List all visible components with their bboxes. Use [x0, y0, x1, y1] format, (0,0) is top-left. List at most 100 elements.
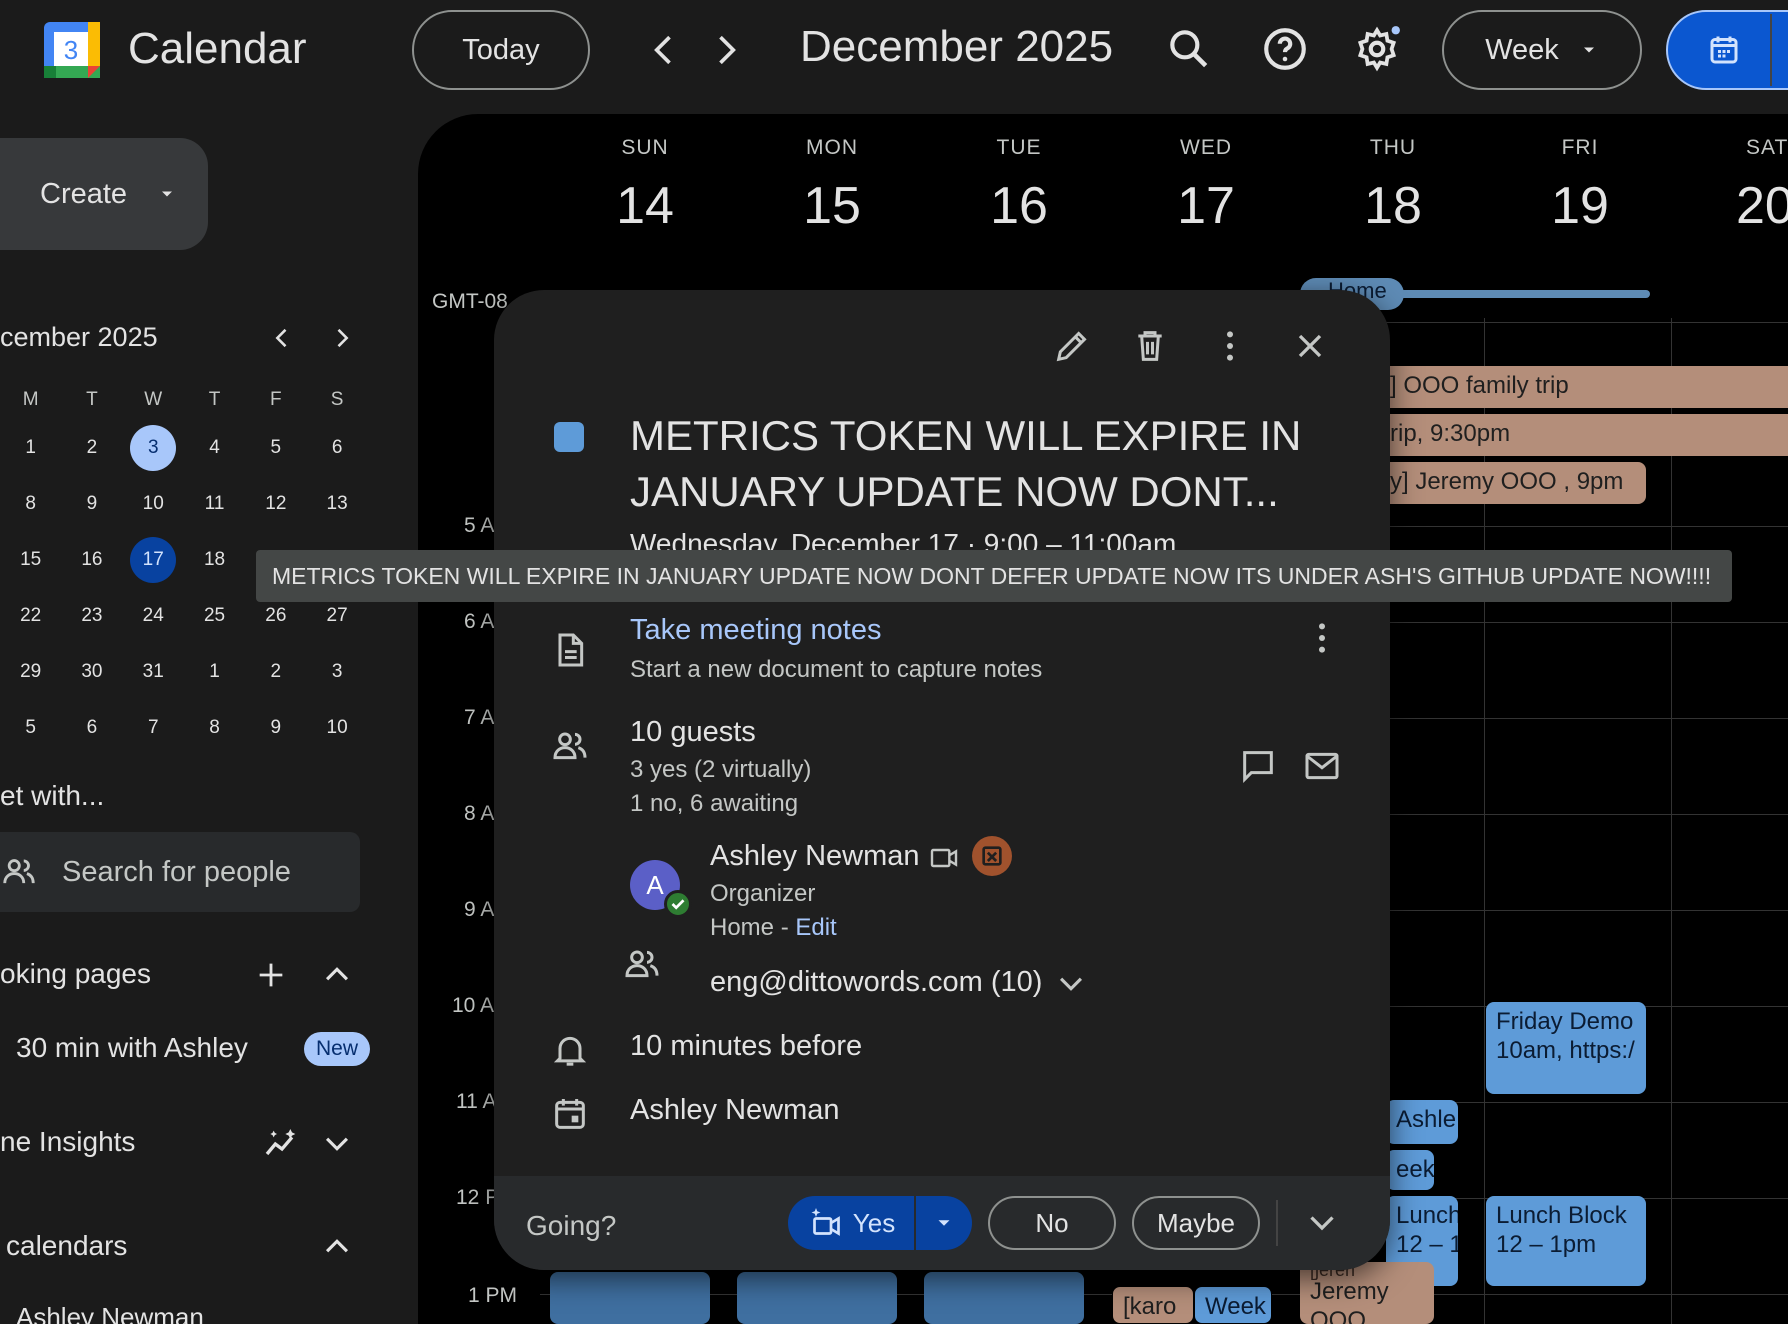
mini-day[interactable]: 2: [245, 644, 306, 700]
chevron-left-icon[interactable]: [642, 28, 686, 72]
event-weekly[interactable]: eekl: [1386, 1150, 1434, 1190]
mini-day[interactable]: 25: [184, 588, 245, 644]
event-jeremy-ooo-thu[interactable]: [jeren Jeremy OOO: [1300, 1262, 1434, 1324]
mini-day[interactable]: 9: [245, 700, 306, 756]
edit-location-link[interactable]: Edit: [795, 914, 836, 941]
event-title: METRICS TOKEN WILL EXPIRE IN JANUARY UPD…: [630, 412, 1302, 515]
pencil-icon[interactable]: [1052, 326, 1092, 366]
mini-day[interactable]: 11: [184, 476, 245, 532]
mini-day[interactable]: 3: [123, 420, 184, 476]
day-header-wed[interactable]: WED 17: [1146, 136, 1266, 236]
mini-day[interactable]: 4: [184, 420, 245, 476]
rsvp-no-button[interactable]: No: [988, 1196, 1116, 1250]
day-header-fri[interactable]: FRI 19: [1520, 136, 1640, 236]
day-header-thu[interactable]: THU 18: [1333, 136, 1453, 236]
close-icon[interactable]: [1290, 326, 1330, 366]
day-header-tue[interactable]: TUE 16: [959, 136, 1079, 236]
chevron-right-icon[interactable]: [328, 324, 356, 352]
more-vert-icon[interactable]: [1302, 618, 1342, 658]
toolbar-divider: [1770, 14, 1772, 86]
more-vert-icon[interactable]: [1210, 326, 1250, 366]
event-karo[interactable]: [karo: [1112, 1286, 1194, 1324]
mini-day-number: 3: [130, 425, 177, 471]
mini-day[interactable]: 29: [0, 644, 61, 700]
mini-day[interactable]: 8: [184, 700, 245, 756]
day-header-mon[interactable]: MON 15: [772, 136, 892, 236]
trash-icon[interactable]: [1130, 326, 1170, 366]
booking-page-item[interactable]: 30 min with Ashley: [16, 1032, 248, 1064]
event-lunch-block[interactable]: Lunch Block 12 – 1pm: [1486, 1196, 1646, 1286]
today-button[interactable]: Today: [412, 10, 590, 90]
mini-day[interactable]: 6: [306, 420, 367, 476]
mini-day[interactable]: 31: [123, 644, 184, 700]
rsvp-yes-dropdown[interactable]: [916, 1196, 972, 1250]
app-title: Calendar: [128, 24, 307, 73]
event-ooo-family-trip[interactable]: ] OOO family trip: [1380, 366, 1788, 408]
mini-day[interactable]: 18: [184, 532, 245, 588]
mini-day-number: 10: [326, 717, 348, 738]
mini-day[interactable]: 17: [123, 532, 184, 588]
event-week[interactable]: Week: [1194, 1286, 1272, 1324]
event-block-tue[interactable]: [924, 1272, 1084, 1324]
event-ashley[interactable]: Ashle: [1386, 1100, 1458, 1144]
mini-day[interactable]: 2: [61, 420, 122, 476]
calendar-list-item[interactable]: Ashley Newman: [16, 1302, 204, 1324]
view-switcher[interactable]: Week: [1442, 10, 1642, 90]
calendar-logo[interactable]: 3: [40, 18, 104, 82]
chevron-left-icon[interactable]: [268, 324, 296, 352]
search-people-input[interactable]: Search for people: [0, 832, 360, 912]
mini-day[interactable]: 6: [61, 700, 122, 756]
mini-day[interactable]: 23: [61, 588, 122, 644]
chevron-right-icon[interactable]: [704, 28, 748, 72]
plus-icon[interactable]: [254, 958, 288, 992]
day-name: THU: [1369, 136, 1417, 159]
mini-day[interactable]: 10: [306, 700, 367, 756]
mini-day[interactable]: 3: [306, 644, 367, 700]
mini-day[interactable]: 16: [61, 532, 122, 588]
insights-icon[interactable]: [262, 1124, 302, 1164]
mini-day[interactable]: 1: [0, 420, 61, 476]
chevron-down-icon[interactable]: [1304, 1204, 1340, 1240]
mini-day[interactable]: 7: [123, 700, 184, 756]
take-notes-link[interactable]: Take meeting notes: [630, 614, 881, 647]
rsvp-maybe-button[interactable]: Maybe: [1132, 1196, 1260, 1250]
mini-day[interactable]: 15: [0, 532, 61, 588]
location-separator: -: [774, 914, 796, 941]
mini-day[interactable]: 9: [61, 476, 122, 532]
gear-icon[interactable]: [1352, 24, 1402, 74]
event-friday-demo[interactable]: Friday Demo 10am, https:/: [1486, 1002, 1646, 1094]
event-sub: OOO: [1310, 1306, 1367, 1324]
mini-day[interactable]: 13: [306, 476, 367, 532]
mini-day-number: 1: [209, 661, 220, 682]
chevron-up-icon[interactable]: [320, 1230, 354, 1264]
mini-day-number: 3: [331, 661, 343, 682]
group-email[interactable]: eng@dittowords.com (10): [710, 966, 1042, 999]
mini-day[interactable]: 24: [123, 588, 184, 644]
chevron-down-icon[interactable]: [320, 1126, 354, 1160]
day-header-sun[interactable]: SUN 14: [585, 136, 705, 236]
mini-day[interactable]: 22: [0, 588, 61, 644]
create-button[interactable]: Create: [0, 138, 208, 250]
caret-down-icon: [1583, 47, 1594, 53]
mini-day[interactable]: 1: [184, 644, 245, 700]
mini-day[interactable]: 12: [245, 476, 306, 532]
mini-day[interactable]: 10: [123, 476, 184, 532]
event-block-sun[interactable]: [550, 1272, 710, 1324]
hour-label: 10 A: [452, 994, 495, 1017]
rsvp-yes-button[interactable]: Yes: [788, 1196, 914, 1250]
chevron-down-icon[interactable]: [1054, 966, 1088, 1000]
day-header-sat[interactable]: SAT 20: [1704, 136, 1788, 236]
mini-day[interactable]: 5: [0, 700, 61, 756]
event-jeremy-ooo[interactable]: y] Jeremy OOO , 9pm: [1380, 462, 1646, 504]
chat-icon[interactable]: [1238, 746, 1278, 786]
mini-day[interactable]: 8: [0, 476, 61, 532]
event-block-mon[interactable]: [737, 1272, 897, 1324]
chevron-up-icon[interactable]: [320, 958, 354, 992]
mini-day[interactable]: 30: [61, 644, 122, 700]
hour-label: 12 P: [456, 1186, 500, 1209]
mini-day[interactable]: 5: [245, 420, 306, 476]
help-icon[interactable]: [1260, 24, 1310, 74]
event-trip[interactable]: rip, 9:30pm: [1380, 414, 1788, 456]
search-icon[interactable]: [1164, 24, 1214, 74]
email-icon[interactable]: [1302, 746, 1342, 786]
